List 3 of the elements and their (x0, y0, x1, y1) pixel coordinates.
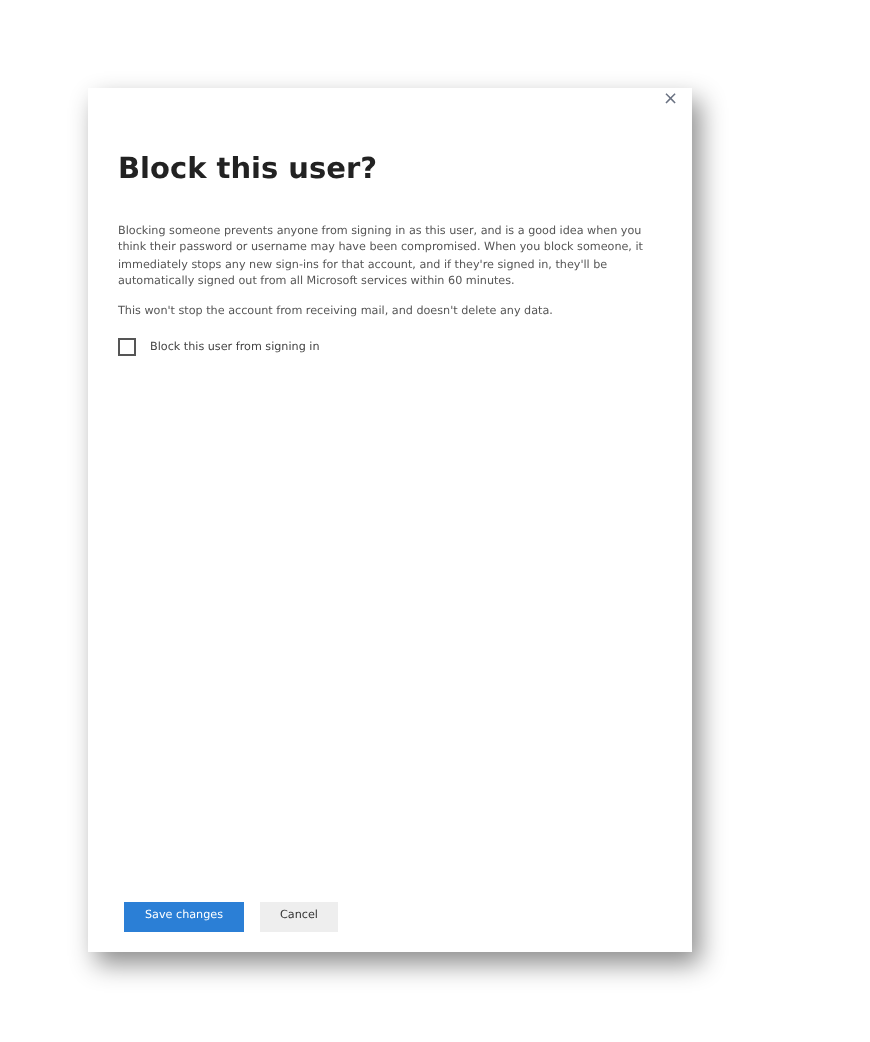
dialog-title: Block this user? (118, 156, 380, 185)
close-button[interactable]: × (662, 92, 678, 110)
checkbox[interactable] (118, 338, 136, 357)
